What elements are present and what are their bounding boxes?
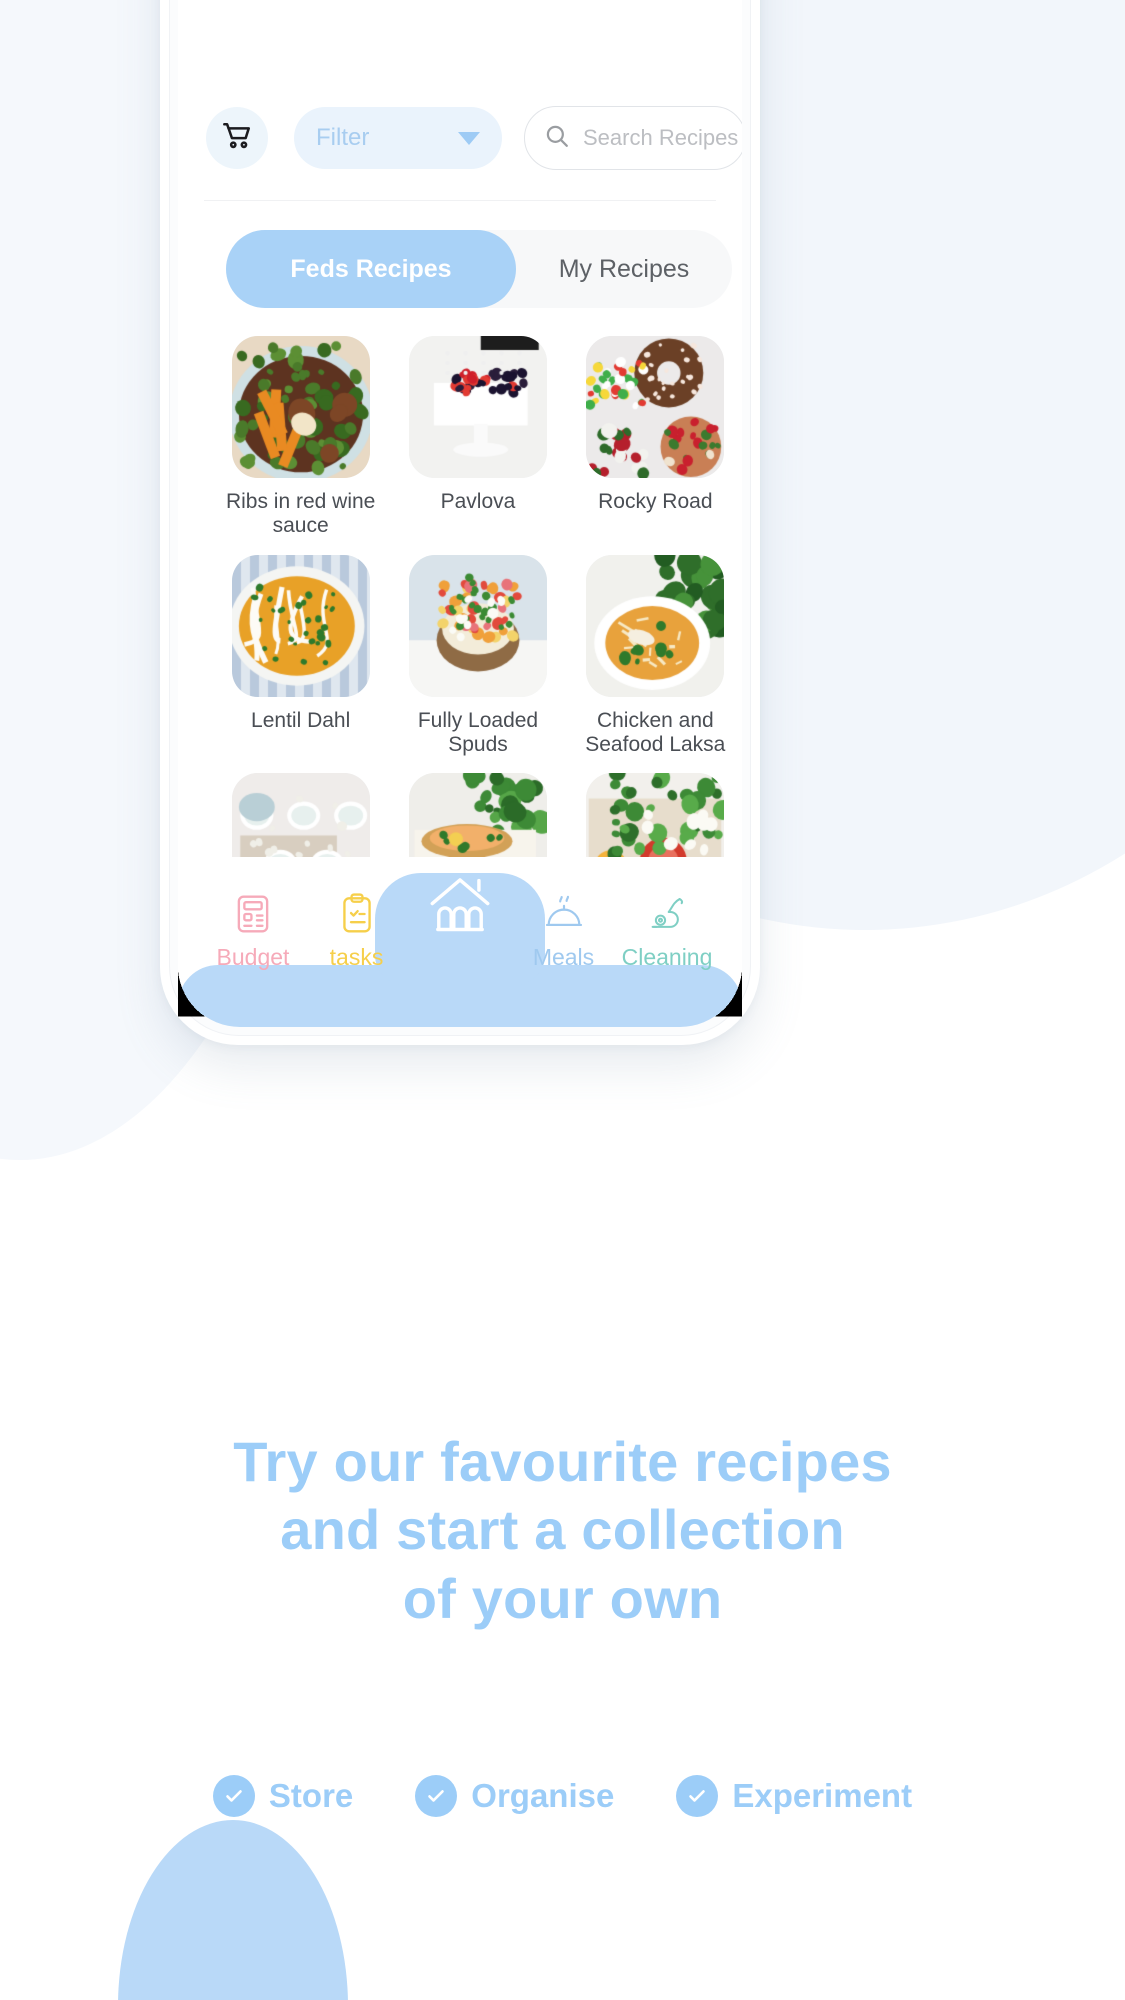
recipe-name: Lentil Dahl: [251, 709, 350, 733]
nav-label-tasks: tasks: [330, 944, 384, 971]
feature-experiment[interactable]: Experiment: [676, 1775, 912, 1817]
recipe-name: Rocky Road: [598, 490, 712, 514]
phone-bezel: ?: [169, 0, 751, 1036]
calculator-icon: [234, 892, 272, 936]
tab-feds-recipes[interactable]: Feds Recipes: [226, 230, 516, 308]
recipe-name: Fully Loaded Spuds: [403, 709, 553, 758]
filter-dropdown[interactable]: Filter: [294, 107, 502, 169]
recipe-card[interactable]: Fully Loaded Spuds: [393, 555, 562, 758]
headline-line-2: and start a collection: [0, 1496, 1125, 1564]
background-blob-bottom: [118, 1820, 348, 2000]
home-icon: [427, 893, 493, 937]
cart-button[interactable]: [206, 107, 268, 169]
feature-label-organise: Organise: [471, 1777, 614, 1815]
check-circle-icon: [676, 1775, 718, 1817]
recipe-card[interactable]: Rocky Road: [571, 336, 740, 539]
recipe-name: Chicken and Seafood Laksa: [580, 709, 730, 758]
clipboard-check-icon: [338, 892, 376, 936]
nav-label-budget: Budget: [217, 944, 290, 971]
recipe-thumbnail[interactable]: [409, 336, 547, 478]
nav-item-meals[interactable]: Meals: [515, 892, 613, 971]
search-placeholder-text: Search Recipes: [583, 125, 738, 151]
tab-my-recipes[interactable]: My Recipes: [516, 230, 732, 308]
recipe-card[interactable]: Pavlova: [393, 336, 562, 539]
recipe-tabs: Feds Recipes My Recipes: [226, 230, 732, 308]
toolbar: Filter Search Recipes: [178, 106, 742, 170]
recipe-thumbnail[interactable]: [232, 555, 370, 697]
cloche-icon: [545, 892, 583, 936]
recipe-card[interactable]: Ribs in red wine sauce: [216, 336, 385, 539]
chevron-down-icon: [458, 132, 480, 145]
recipe-card[interactable]: Chicken and Seafood Laksa: [571, 555, 740, 758]
shopping-cart-icon: [221, 120, 253, 157]
feature-store[interactable]: Store: [213, 1775, 353, 1817]
nav-item-cleaning[interactable]: Cleaning: [618, 892, 716, 971]
headline-line-1: Try our favourite recipes: [0, 1428, 1125, 1496]
toolbar-divider: [204, 200, 716, 201]
recipe-name: Pavlova: [441, 490, 516, 514]
search-icon: [543, 122, 571, 155]
feature-list: Store Organise Experiment: [0, 1775, 1125, 1817]
check-circle-icon: [415, 1775, 457, 1817]
recipe-thumbnail[interactable]: [232, 336, 370, 478]
check-circle-icon: [213, 1775, 255, 1817]
recipe-thumbnail[interactable]: [586, 555, 724, 697]
nav-item-budget[interactable]: Budget: [204, 892, 302, 971]
bottom-navigation: Budget tasks Meals Cleaning: [178, 857, 742, 1027]
page-root: ?: [0, 0, 1125, 2000]
phone-screen: ?: [178, 0, 742, 1027]
search-input[interactable]: Search Recipes: [524, 106, 742, 170]
headline-line-3: of your own: [0, 1565, 1125, 1633]
recipe-card[interactable]: Lentil Dahl: [216, 555, 385, 758]
vacuum-icon: [648, 892, 686, 936]
feature-organise[interactable]: Organise: [415, 1775, 614, 1817]
feature-label-store: Store: [269, 1777, 353, 1815]
app-header: ?: [178, 0, 742, 78]
phone-mockup: ?: [160, 0, 760, 1045]
recipe-name: Ribs in red wine sauce: [226, 490, 376, 539]
recipe-thumbnail[interactable]: [409, 555, 547, 697]
nav-item-tasks[interactable]: tasks: [308, 892, 406, 971]
nav-label-cleaning: Cleaning: [622, 944, 713, 971]
filter-label: Filter: [316, 124, 369, 152]
bottom-nav-items: Budget tasks Meals Cleaning: [178, 892, 742, 971]
recipe-thumbnail[interactable]: [586, 336, 724, 478]
feature-label-experiment: Experiment: [732, 1777, 912, 1815]
nav-label-meals: Meals: [533, 944, 594, 971]
page-headline: Try our favourite recipes and start a co…: [0, 1428, 1125, 1633]
nav-item-home[interactable]: [411, 893, 509, 945]
